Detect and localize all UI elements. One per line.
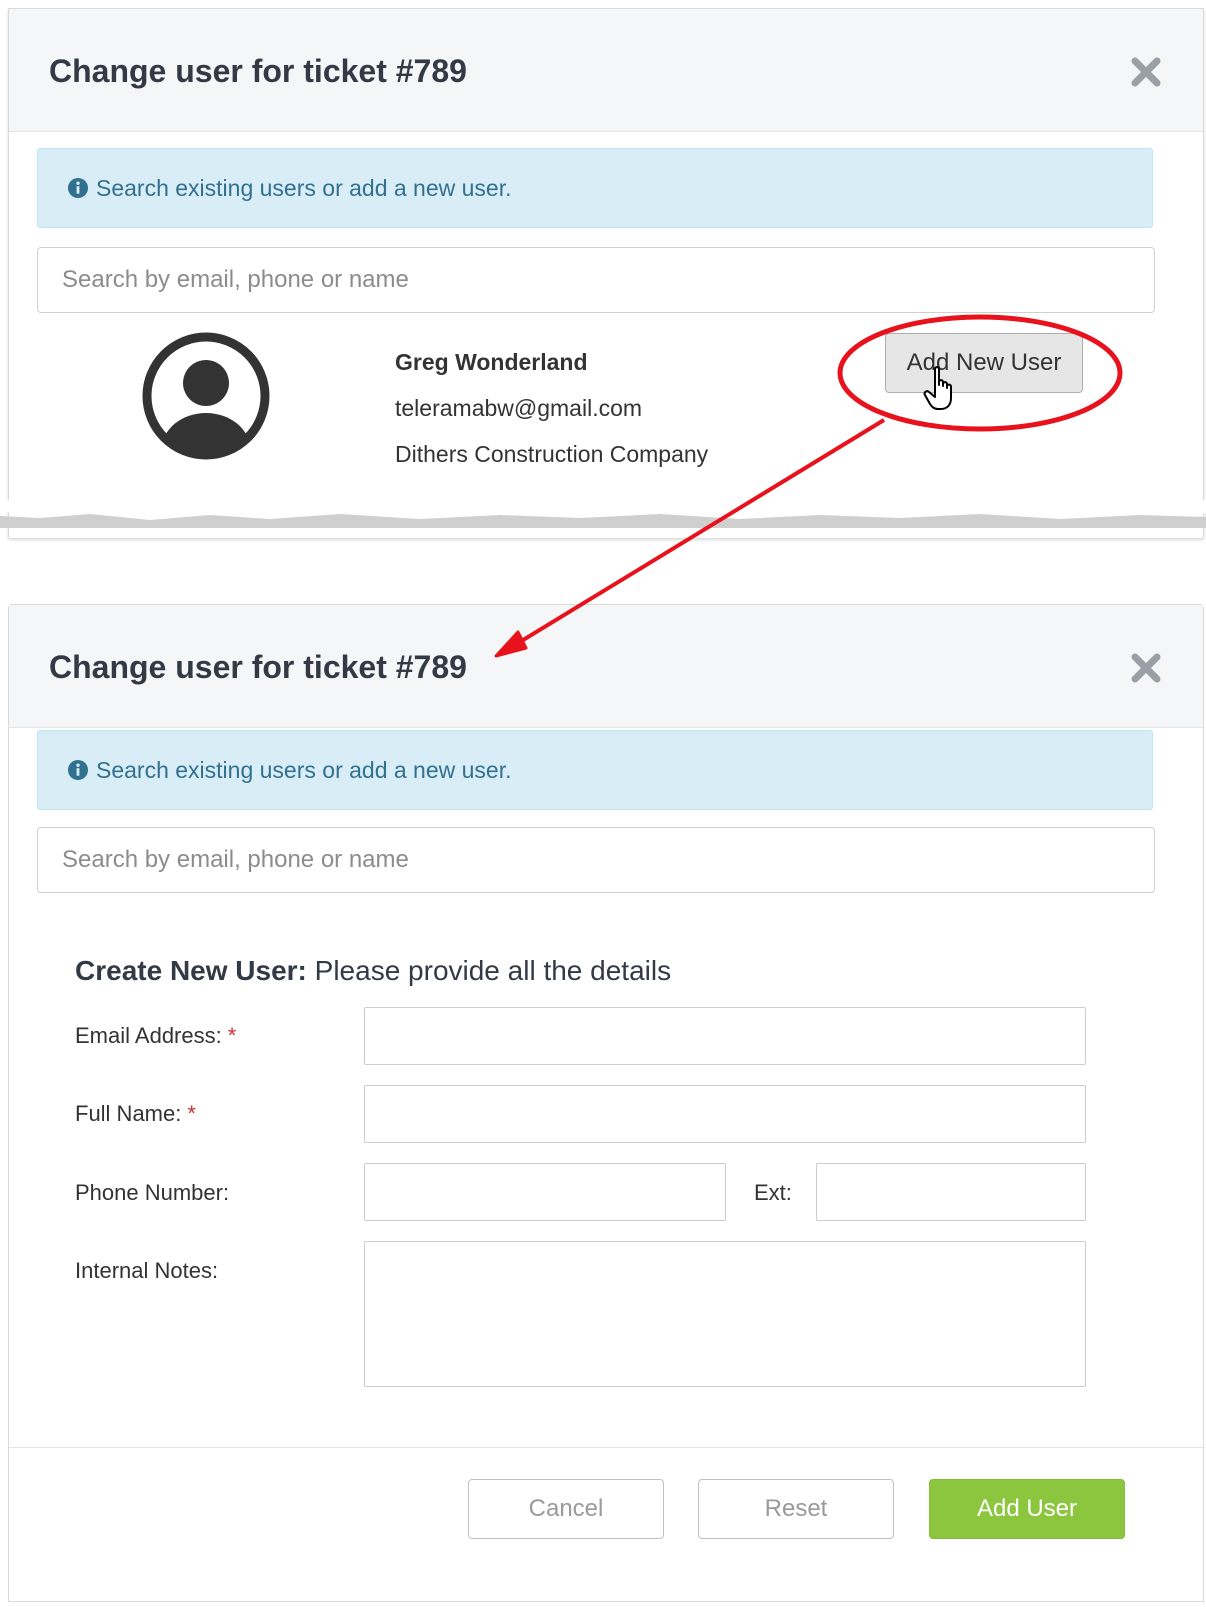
phone-label: Phone Number:	[75, 1180, 230, 1205]
modal-header: Change user for ticket #789	[9, 605, 1203, 728]
email-label: Email Address: *	[75, 1023, 236, 1049]
close-icon[interactable]	[1129, 651, 1163, 685]
full-name-label-text: Full Name:	[75, 1101, 182, 1126]
required-marker: *	[187, 1101, 196, 1126]
annotation-highlight-ellipse	[837, 314, 1123, 432]
create-user-heading-bold: Create New User:	[75, 955, 307, 986]
info-alert: Search existing users or add a new user.	[37, 730, 1153, 810]
cancel-button[interactable]: Cancel	[468, 1479, 664, 1539]
create-user-heading: Create New User: Please provide all the …	[75, 955, 671, 987]
required-marker: *	[227, 1023, 237, 1048]
internal-notes-label: Internal Notes:	[75, 1258, 219, 1283]
user-company: Dithers Construction Company	[395, 441, 709, 467]
user-name: Greg Wonderland	[395, 349, 588, 375]
ext-field[interactable]	[816, 1163, 1086, 1221]
change-user-dialog-search-state: Change user for ticket #789 Search exist…	[8, 8, 1204, 538]
close-icon[interactable]	[1129, 55, 1163, 89]
change-user-dialog-create-state: Change user for ticket #789 Search exist…	[8, 604, 1204, 1602]
modal-header: Change user for ticket #789	[9, 9, 1203, 132]
full-name-field[interactable]	[364, 1085, 1086, 1143]
reset-button[interactable]: Reset	[698, 1479, 894, 1539]
search-input[interactable]	[37, 247, 1155, 313]
info-text: Search existing users or add a new user.	[96, 757, 512, 783]
user-avatar-icon	[142, 332, 270, 460]
info-circle-icon	[68, 760, 88, 780]
hand-cursor-icon	[923, 366, 952, 410]
email-label-text: Email Address:	[75, 1023, 222, 1048]
footer-divider	[9, 1447, 1203, 1448]
modal-title: Change user for ticket #789	[49, 53, 467, 89]
ext-label: Ext:	[754, 1180, 792, 1205]
modal-title: Change user for ticket #789	[49, 649, 467, 685]
user-email: teleramabw@gmail.com	[395, 395, 643, 421]
info-alert: Search existing users or add a new user.	[37, 148, 1153, 228]
search-input[interactable]	[37, 827, 1155, 893]
email-field[interactable]	[364, 1007, 1086, 1065]
add-user-button[interactable]: Add User	[929, 1479, 1125, 1539]
torn-edge-divider	[0, 500, 1206, 528]
create-user-heading-text: Please provide all the details	[306, 955, 672, 986]
info-circle-icon	[68, 178, 88, 198]
internal-notes-field[interactable]	[364, 1241, 1086, 1387]
phone-field[interactable]	[364, 1163, 726, 1221]
full-name-label: Full Name: *	[75, 1101, 196, 1127]
info-text: Search existing users or add a new user.	[96, 175, 512, 201]
